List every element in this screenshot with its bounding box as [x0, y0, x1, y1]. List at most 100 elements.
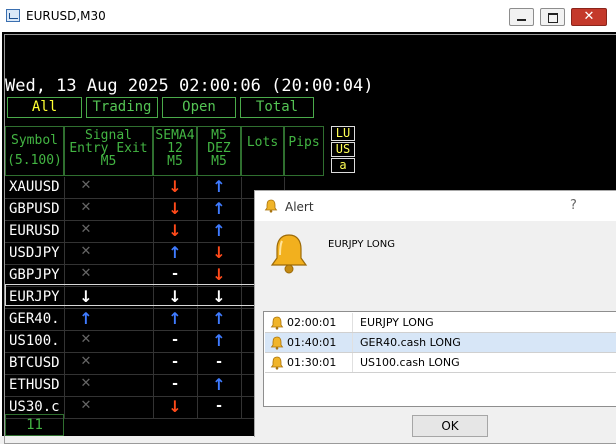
row-divider	[5, 352, 287, 353]
maximize-button[interactable]	[540, 8, 565, 26]
header-symbol[interactable]: Symbol (5.100)	[5, 126, 64, 176]
arrow-down-icon: ↓	[168, 177, 182, 196]
bell-icon	[270, 316, 284, 330]
row-symbol[interactable]: GBPJPY	[9, 267, 60, 283]
header-sema-l3: M5	[167, 154, 183, 169]
arrow-up-icon: ↑	[168, 309, 182, 328]
row-symbol[interactable]: XAUUSD	[9, 179, 60, 195]
neutral-dash: -	[172, 376, 178, 392]
alert-history-row[interactable]: 01:30:01 US100.cash LONG	[265, 353, 616, 373]
arrow-up-icon: ↑	[212, 331, 226, 350]
server-datetime: Wed, 13 Aug 2025 02:00:06 (20:00:04)	[5, 76, 374, 96]
alert-title: Alert	[285, 200, 314, 214]
row-symbol[interactable]: ETHUSD	[9, 377, 60, 393]
window-titlebar[interactable]: EURUSD,M30 ✕	[0, 0, 616, 32]
tab-all[interactable]: All	[7, 97, 82, 118]
alert-time: 02:00:01	[287, 316, 337, 329]
header-sema[interactable]: SEMA4 12 M5	[153, 126, 197, 176]
alert-text: EURJPY LONG	[360, 316, 434, 329]
row-divider	[5, 220, 287, 221]
alert-history-list[interactable]: 02:00:01 EURJPY LONG 01:40:01 GER40.cash LO…	[263, 311, 616, 407]
no-signal-icon: ✕	[80, 244, 92, 259]
alert-text: GER40.cash LONG	[360, 336, 461, 349]
footer-count: 11	[26, 417, 43, 433]
row-symbol[interactable]: US30.c	[9, 399, 60, 415]
alert-history-row[interactable]: 02:00:01 EURJPY LONG	[265, 313, 616, 333]
tab-open[interactable]: Open	[162, 97, 236, 118]
no-signal-icon: ✕	[80, 398, 92, 413]
bell-icon	[270, 356, 284, 370]
bell-icon	[264, 199, 278, 213]
no-signal-icon: ✕	[80, 266, 92, 281]
header-dez[interactable]: M5 DEZ M5	[197, 126, 241, 176]
alert-dialog: Alert ? EURJPY LONG 02:00:01 EURJPY LONG 0…	[254, 190, 616, 437]
alert-titlebar[interactable]: Alert ?	[255, 191, 616, 221]
no-signal-icon: ✕	[80, 354, 92, 369]
alert-time: 01:30:01	[287, 356, 337, 369]
close-icon: ✕	[583, 9, 595, 24]
header-signal-tf: M5	[100, 154, 117, 169]
alert-message: EURJPY LONG	[328, 239, 395, 250]
alert-text: US100.cash LONG	[360, 356, 460, 369]
selected-row-highlight	[5, 284, 287, 306]
no-signal-icon: ✕	[80, 332, 92, 347]
column-separator	[352, 353, 353, 373]
arrow-down-icon: ↓	[168, 199, 182, 218]
header-symbol-label: Symbol	[11, 133, 58, 148]
header-lots-label: Lots	[246, 135, 279, 150]
alert-time: 01:40:01	[287, 336, 337, 349]
arrow-down-icon: ↓	[212, 265, 226, 284]
minimize-button[interactable]	[509, 8, 534, 26]
header-pips[interactable]: Pips	[284, 126, 324, 176]
neutral-dash: -	[172, 354, 178, 370]
header-dez-l3: M5	[211, 154, 227, 169]
help-button[interactable]: ?	[570, 198, 577, 213]
ok-button[interactable]: OK	[412, 415, 488, 437]
no-signal-icon: ✕	[80, 376, 92, 391]
row-symbol[interactable]: GER40.	[9, 311, 60, 327]
header-signal[interactable]: Signal Entry Exit M5	[64, 126, 153, 176]
row-divider	[5, 308, 287, 309]
column-separator	[352, 313, 353, 333]
side-button-lu[interactable]: LU	[331, 126, 355, 141]
neutral-dash: -	[172, 332, 178, 348]
bell-icon	[270, 336, 284, 350]
tab-trading[interactable]: Trading	[86, 97, 158, 118]
side-button-a[interactable]: a	[331, 158, 355, 173]
row-symbol[interactable]: BTCUSD	[9, 355, 60, 371]
row-symbol[interactable]: USDJPY	[9, 245, 60, 261]
arrow-up-icon: ↑	[212, 309, 226, 328]
header-symbol-sub: (5.100)	[7, 153, 62, 168]
no-signal-icon: ✕	[80, 200, 92, 215]
header-pips-label: Pips	[288, 135, 320, 150]
window-title: EURUSD,M30	[26, 9, 106, 23]
no-signal-icon: ✕	[80, 222, 92, 237]
arrow-up-icon: ↑	[212, 199, 226, 218]
row-divider	[5, 374, 287, 375]
row-symbol[interactable]: EURUSD	[9, 223, 60, 239]
row-divider	[5, 198, 287, 199]
arrow-down-icon: ↓	[212, 243, 226, 262]
row-divider	[5, 264, 287, 265]
close-button[interactable]: ✕	[571, 8, 607, 26]
arrow-up-icon: ↑	[212, 375, 226, 394]
footer-count-cell: 11	[5, 414, 64, 436]
arrow-up-icon: ↑	[168, 243, 182, 262]
tab-total[interactable]: Total	[240, 97, 314, 118]
alert-history-row[interactable]: 01:40:01 GER40.cash LONG	[265, 333, 616, 353]
arrow-down-icon: ↓	[168, 221, 182, 240]
neutral-dash: -	[216, 354, 222, 370]
row-divider	[5, 330, 287, 331]
row-divider	[265, 372, 616, 373]
header-lots[interactable]: Lots	[241, 126, 284, 176]
row-symbol[interactable]: US100.	[9, 333, 60, 349]
arrow-up-icon: ↑	[79, 309, 93, 328]
no-signal-icon: ✕	[80, 178, 92, 193]
row-symbol[interactable]: GBPUSD	[9, 201, 60, 217]
neutral-dash: -	[216, 398, 222, 414]
side-button-us[interactable]: US	[331, 142, 355, 157]
row-divider	[5, 396, 287, 397]
chart-window-icon	[6, 9, 20, 22]
row-divider	[5, 242, 287, 243]
arrow-down-icon: ↓	[168, 397, 182, 416]
